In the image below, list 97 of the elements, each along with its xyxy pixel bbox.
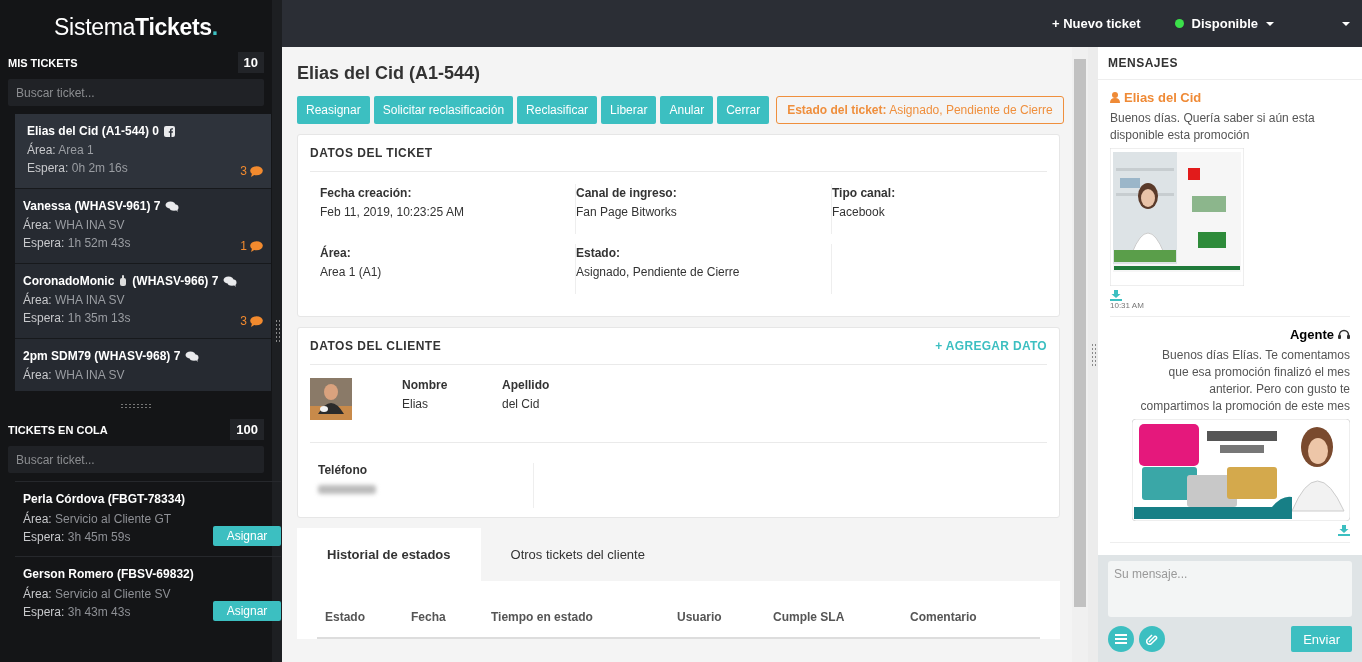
column-header: Tiempo en estado xyxy=(491,610,594,624)
status-dropdown[interactable]: Disponible xyxy=(1191,16,1258,31)
ticket-title: 2pm SDM79 (WHASV-968) 7 xyxy=(23,349,181,363)
paperclip-icon xyxy=(1146,633,1158,645)
field-label: Área: xyxy=(320,246,352,260)
caret-icon[interactable] xyxy=(1342,21,1350,26)
ticket-wait: Espera: 1h 35m 13s xyxy=(23,311,131,325)
section-title: TICKETS EN COLA xyxy=(8,423,108,436)
chat-bubbles-icon xyxy=(223,275,238,287)
field-value: Area 1 (A1) xyxy=(320,265,383,279)
ticket-status: Estado del ticket: Asignado, Pendiente de Cierre xyxy=(776,96,1064,124)
tab[interactable]: Otros tickets del cliente xyxy=(480,528,675,581)
section-title: MIS TICKETS xyxy=(8,56,78,69)
ticket-item[interactable]: Elias del Cid (A1-544) 0 Área: Area 1 Espera: 0h 2m 16s 3 xyxy=(15,114,271,189)
field-label: Nombre xyxy=(402,378,449,392)
ticket-title: (WHASV-966) 7 xyxy=(132,274,219,288)
facebook-icon xyxy=(164,125,176,137)
speech-bubble-icon xyxy=(250,240,263,252)
app-logo: SistemaTickets. xyxy=(53,13,219,42)
download-icon[interactable] xyxy=(1110,290,1122,301)
action-button[interactable]: Liberar xyxy=(601,96,657,124)
ticket-area: Área: Servicio al Cliente SV xyxy=(23,587,171,601)
ticket-wait: Espera: 1h 52m 43s xyxy=(23,236,131,250)
field-value: del Cid xyxy=(502,397,541,411)
action-button[interactable]: Reclasificar xyxy=(517,96,598,124)
assign-button[interactable]: Asignar xyxy=(213,526,281,546)
action-button[interactable]: Anular xyxy=(660,96,714,124)
field-label: Apellido xyxy=(502,378,551,392)
message-input[interactable]: Su mensaje... xyxy=(1108,561,1352,617)
field-value: Fan Page Bitworks xyxy=(576,205,678,219)
ticket-wait: Espera: 3h 45m 59s xyxy=(23,530,131,544)
tab[interactable]: Historial de estados xyxy=(297,528,481,581)
action-button[interactable]: Cerrar xyxy=(717,96,770,124)
ticket-area: Área: WHA INA SV xyxy=(23,218,125,232)
ticket-title: Elias del Cid (A1-544) xyxy=(297,63,482,84)
column-header: Usuario xyxy=(677,610,723,624)
ticket-area: Área: Area 1 xyxy=(27,143,94,157)
action-button[interactable]: Solicitar reclasificación xyxy=(373,96,514,124)
field-value: Facebook xyxy=(832,205,886,219)
assign-button[interactable]: Asignar xyxy=(213,601,281,621)
message-text: Buenos días Elías. Te comentamos que esa promoción finalizó el mes anterior. Pero con gusto te compartimos la promoción de este mes xyxy=(1140,347,1350,415)
chat-bubbles-icon xyxy=(185,350,200,362)
headset-icon xyxy=(1338,329,1350,340)
card-title: DATOS DEL CLIENTE xyxy=(310,339,442,353)
field-label: Tipo canal: xyxy=(832,186,897,200)
panel-title: MENSAJES xyxy=(1108,56,1179,70)
column-header: Fecha xyxy=(411,610,447,624)
unread-count: 3 xyxy=(240,314,247,328)
column-header: Cumple SLA xyxy=(773,610,846,624)
ticket-wait: Espera: 0h 2m 16s xyxy=(27,161,128,175)
new-ticket-button[interactable]: + Nuevo ticket xyxy=(1046,15,1147,32)
ticket-wait: Espera: 3h 43m 43s xyxy=(23,605,131,619)
person-icon xyxy=(1110,92,1120,103)
message-author: Agente xyxy=(1289,327,1334,342)
caret-icon[interactable] xyxy=(1266,21,1274,26)
ticket-item[interactable]: Vanessa (WHASV-961) 7 Área: WHA INA SV Espera: 1h 52m 43s 1 xyxy=(15,189,271,264)
add-data-link[interactable]: + AGREGAR DATO xyxy=(935,339,1047,353)
message-text: Buenos días. Quería saber si aún esta disponible esta promoción xyxy=(1110,110,1316,144)
field-label: Canal de ingreso: xyxy=(576,186,678,200)
ticket-title: Gerson Romero (FBSV-69832) xyxy=(23,567,195,581)
ticket-item[interactable]: CoronadoMonic (WHASV-966) 7 Área: WHA INA SV Espera: 1h 35m 13s 3 xyxy=(15,264,271,339)
field-value: Asignado, Pendiente de Cierre xyxy=(576,265,741,279)
ticket-area: Área: Servicio al Cliente GT xyxy=(23,512,172,526)
ticket-item[interactable]: 2pm SDM79 (WHASV-968) 7 Área: WHA INA SV xyxy=(15,339,271,391)
action-button[interactable]: Reasignar xyxy=(297,96,370,124)
column-header: Comentario xyxy=(910,610,978,624)
message-author: Elias del Cid xyxy=(1124,90,1202,105)
chat-bubbles-icon xyxy=(165,200,180,212)
ticket-title: Elias del Cid (A1-544) 0 xyxy=(27,124,160,138)
ticket-count: 10 xyxy=(237,52,264,73)
menu-button[interactable] xyxy=(1108,626,1134,652)
unread-count: 3 xyxy=(240,164,247,178)
ticket-title: CoronadoMonic xyxy=(23,274,115,288)
hand-icon xyxy=(119,275,128,287)
field-label: Fecha creación: xyxy=(320,186,413,200)
ticket-title: Vanessa (WHASV-961) 7 xyxy=(23,199,161,213)
field-value: Feb 11, 2019, 10:23:25 AM xyxy=(320,205,465,219)
ticket-area: Área: WHA INA SV xyxy=(23,368,125,382)
field-value: Elias xyxy=(402,397,429,411)
speech-bubble-icon xyxy=(250,315,263,327)
ticket-area: Área: WHA INA SV xyxy=(23,293,125,307)
unread-count: 1 xyxy=(240,239,247,253)
download-icon[interactable] xyxy=(1338,525,1350,536)
column-header: Estado xyxy=(325,610,366,624)
field-label: Estado: xyxy=(576,246,621,260)
search-field[interactable]: Buscar ticket... xyxy=(8,79,264,106)
scrollbar[interactable] xyxy=(1072,47,1088,662)
ticket-title: Perla Córdova (FBGT-78334) xyxy=(23,492,187,506)
menu-icon xyxy=(1115,634,1127,644)
search-field[interactable]: Buscar ticket... xyxy=(8,446,264,473)
message-time: 10:31 AM xyxy=(1110,301,1145,310)
card-title: DATOS DEL TICKET xyxy=(310,146,433,160)
ticket-count: 100 xyxy=(230,419,264,440)
speech-bubble-icon xyxy=(250,165,263,177)
attach-button[interactable] xyxy=(1139,626,1165,652)
send-button[interactable]: Enviar xyxy=(1291,626,1352,652)
field-label: Teléfono xyxy=(318,463,369,477)
